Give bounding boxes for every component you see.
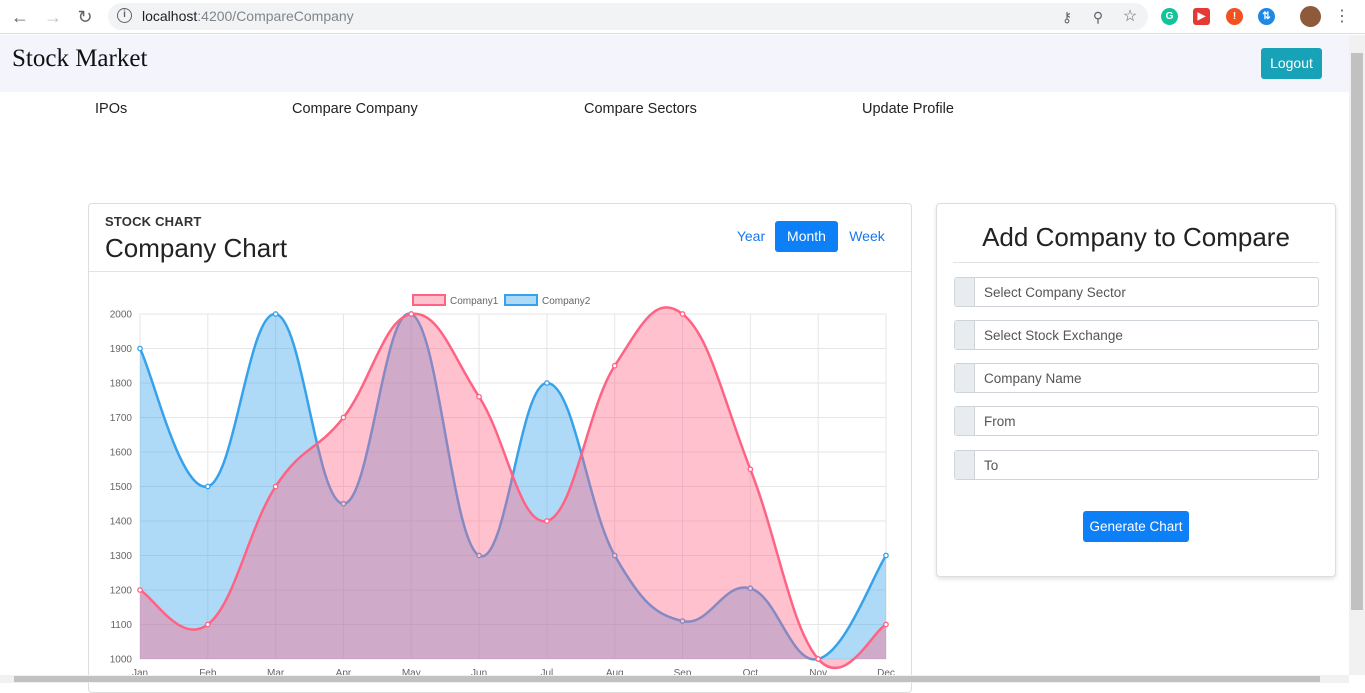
data-point — [679, 311, 686, 317]
generate-chart-button[interactable]: Generate Chart — [1083, 511, 1189, 542]
legend-label: Company1 — [450, 296, 499, 307]
y-tick-label: 1900 — [110, 344, 133, 355]
y-tick-label: 2000 — [110, 310, 133, 321]
y-tick-label: 1700 — [110, 413, 133, 424]
stock-chart-card: STOCK CHART Company Chart Year Month Wee… — [88, 203, 912, 693]
forward-icon[interactable]: → — [42, 6, 64, 28]
card-divider — [89, 271, 911, 272]
data-point — [204, 483, 211, 490]
nav-link-compare-company[interactable]: Compare Company — [292, 101, 418, 117]
period-year-button[interactable]: Year — [729, 221, 773, 252]
sync-extension-icon[interactable]: ⇅ — [1258, 8, 1275, 25]
input-prepend — [955, 321, 975, 349]
to-date-input[interactable] — [976, 451, 1316, 479]
star-icon[interactable]: ☆ — [1121, 8, 1139, 26]
nav-link-ipos[interactable]: IPOs — [95, 101, 127, 117]
form-divider — [953, 262, 1319, 263]
data-point — [883, 552, 889, 559]
card-title: Company Chart — [105, 233, 288, 263]
y-tick-label: 1100 — [110, 620, 132, 631]
url-text: localhost:4200/CompareCompany — [142, 8, 354, 24]
data-point — [883, 621, 889, 628]
back-icon[interactable]: ← — [9, 6, 31, 28]
data-point — [747, 466, 754, 473]
card-subtitle: STOCK CHART — [105, 214, 202, 229]
y-tick-label: 1200 — [110, 586, 133, 597]
from-date-input[interactable] — [976, 407, 1316, 435]
data-point — [408, 311, 415, 317]
zoom-icon[interactable]: ⚲ — [1089, 8, 1107, 26]
data-point — [544, 380, 550, 386]
input-prepend — [955, 451, 975, 479]
data-point — [544, 518, 550, 524]
nav-link-compare-sectors[interactable]: Compare Sectors — [584, 101, 697, 117]
company-name-input[interactable] — [976, 364, 1316, 392]
logout-button[interactable]: Logout — [1261, 48, 1322, 79]
period-week-button[interactable]: Week — [843, 221, 891, 252]
data-point — [204, 621, 211, 628]
data-point — [272, 483, 279, 490]
company-name-field[interactable] — [954, 363, 1319, 393]
form-title: Add Company to Compare — [982, 222, 1290, 252]
browser-toolbar: ← → ↻ i localhost:4200/CompareCompany ⚷ … — [0, 0, 1365, 34]
company-sector-input[interactable] — [976, 278, 1316, 306]
more-menu-icon[interactable]: ⋮ — [1334, 6, 1350, 28]
y-tick-label: 1400 — [110, 517, 133, 528]
legend-label: Company2 — [542, 296, 591, 307]
y-tick-label: 1600 — [110, 448, 133, 459]
y-tick-label: 1800 — [110, 379, 133, 390]
input-prepend — [955, 364, 975, 392]
profile-avatar[interactable] — [1300, 6, 1321, 27]
sector-field[interactable] — [954, 277, 1319, 307]
reload-icon[interactable]: ↻ — [74, 6, 96, 28]
data-point — [137, 587, 143, 593]
data-point — [340, 414, 347, 421]
scroll-thumb[interactable] — [1351, 53, 1363, 610]
video-extension-icon[interactable]: ▶ — [1193, 8, 1210, 25]
exchange-field[interactable] — [954, 320, 1319, 350]
legend-swatch — [504, 294, 538, 306]
info-icon[interactable]: i — [117, 8, 132, 23]
data-point — [476, 393, 482, 400]
app-header: Stock Market Logout — [0, 35, 1349, 92]
data-point — [815, 656, 822, 662]
from-field[interactable] — [954, 406, 1319, 436]
nav-link-update-profile[interactable]: Update Profile — [862, 101, 954, 117]
address-bar[interactable]: i localhost:4200/CompareCompany ⚷ ⚲ ☆ — [108, 3, 1148, 30]
data-point — [272, 311, 279, 317]
period-month-button[interactable]: Month — [775, 221, 838, 252]
add-company-card: Add Company to Compare Generate Chart — [936, 203, 1336, 577]
company-line-chart: 2000 1900 1800 1700 1600 1500 1400 1300 1200 1100… — [110, 294, 895, 679]
legend-swatch — [412, 294, 446, 306]
brand-title: Stock Market — [12, 45, 148, 72]
input-prepend — [955, 407, 975, 435]
alert-extension-icon[interactable]: ! — [1226, 8, 1243, 25]
horizontal-scrollbar[interactable] — [0, 675, 1349, 683]
data-point — [611, 362, 618, 369]
grammarly-extension-icon[interactable]: G — [1161, 8, 1178, 25]
y-tick-label: 1000 — [110, 655, 133, 666]
key-icon[interactable]: ⚷ — [1058, 8, 1076, 26]
y-tick-label: 1500 — [110, 482, 133, 493]
stock-exchange-input[interactable] — [976, 321, 1316, 349]
y-tick-label: 1300 — [110, 551, 133, 562]
to-field[interactable] — [954, 450, 1319, 480]
vertical-scrollbar[interactable] — [1349, 35, 1365, 675]
data-point — [137, 345, 143, 352]
input-prepend — [955, 278, 975, 306]
scroll-thumb[interactable] — [14, 676, 1320, 682]
